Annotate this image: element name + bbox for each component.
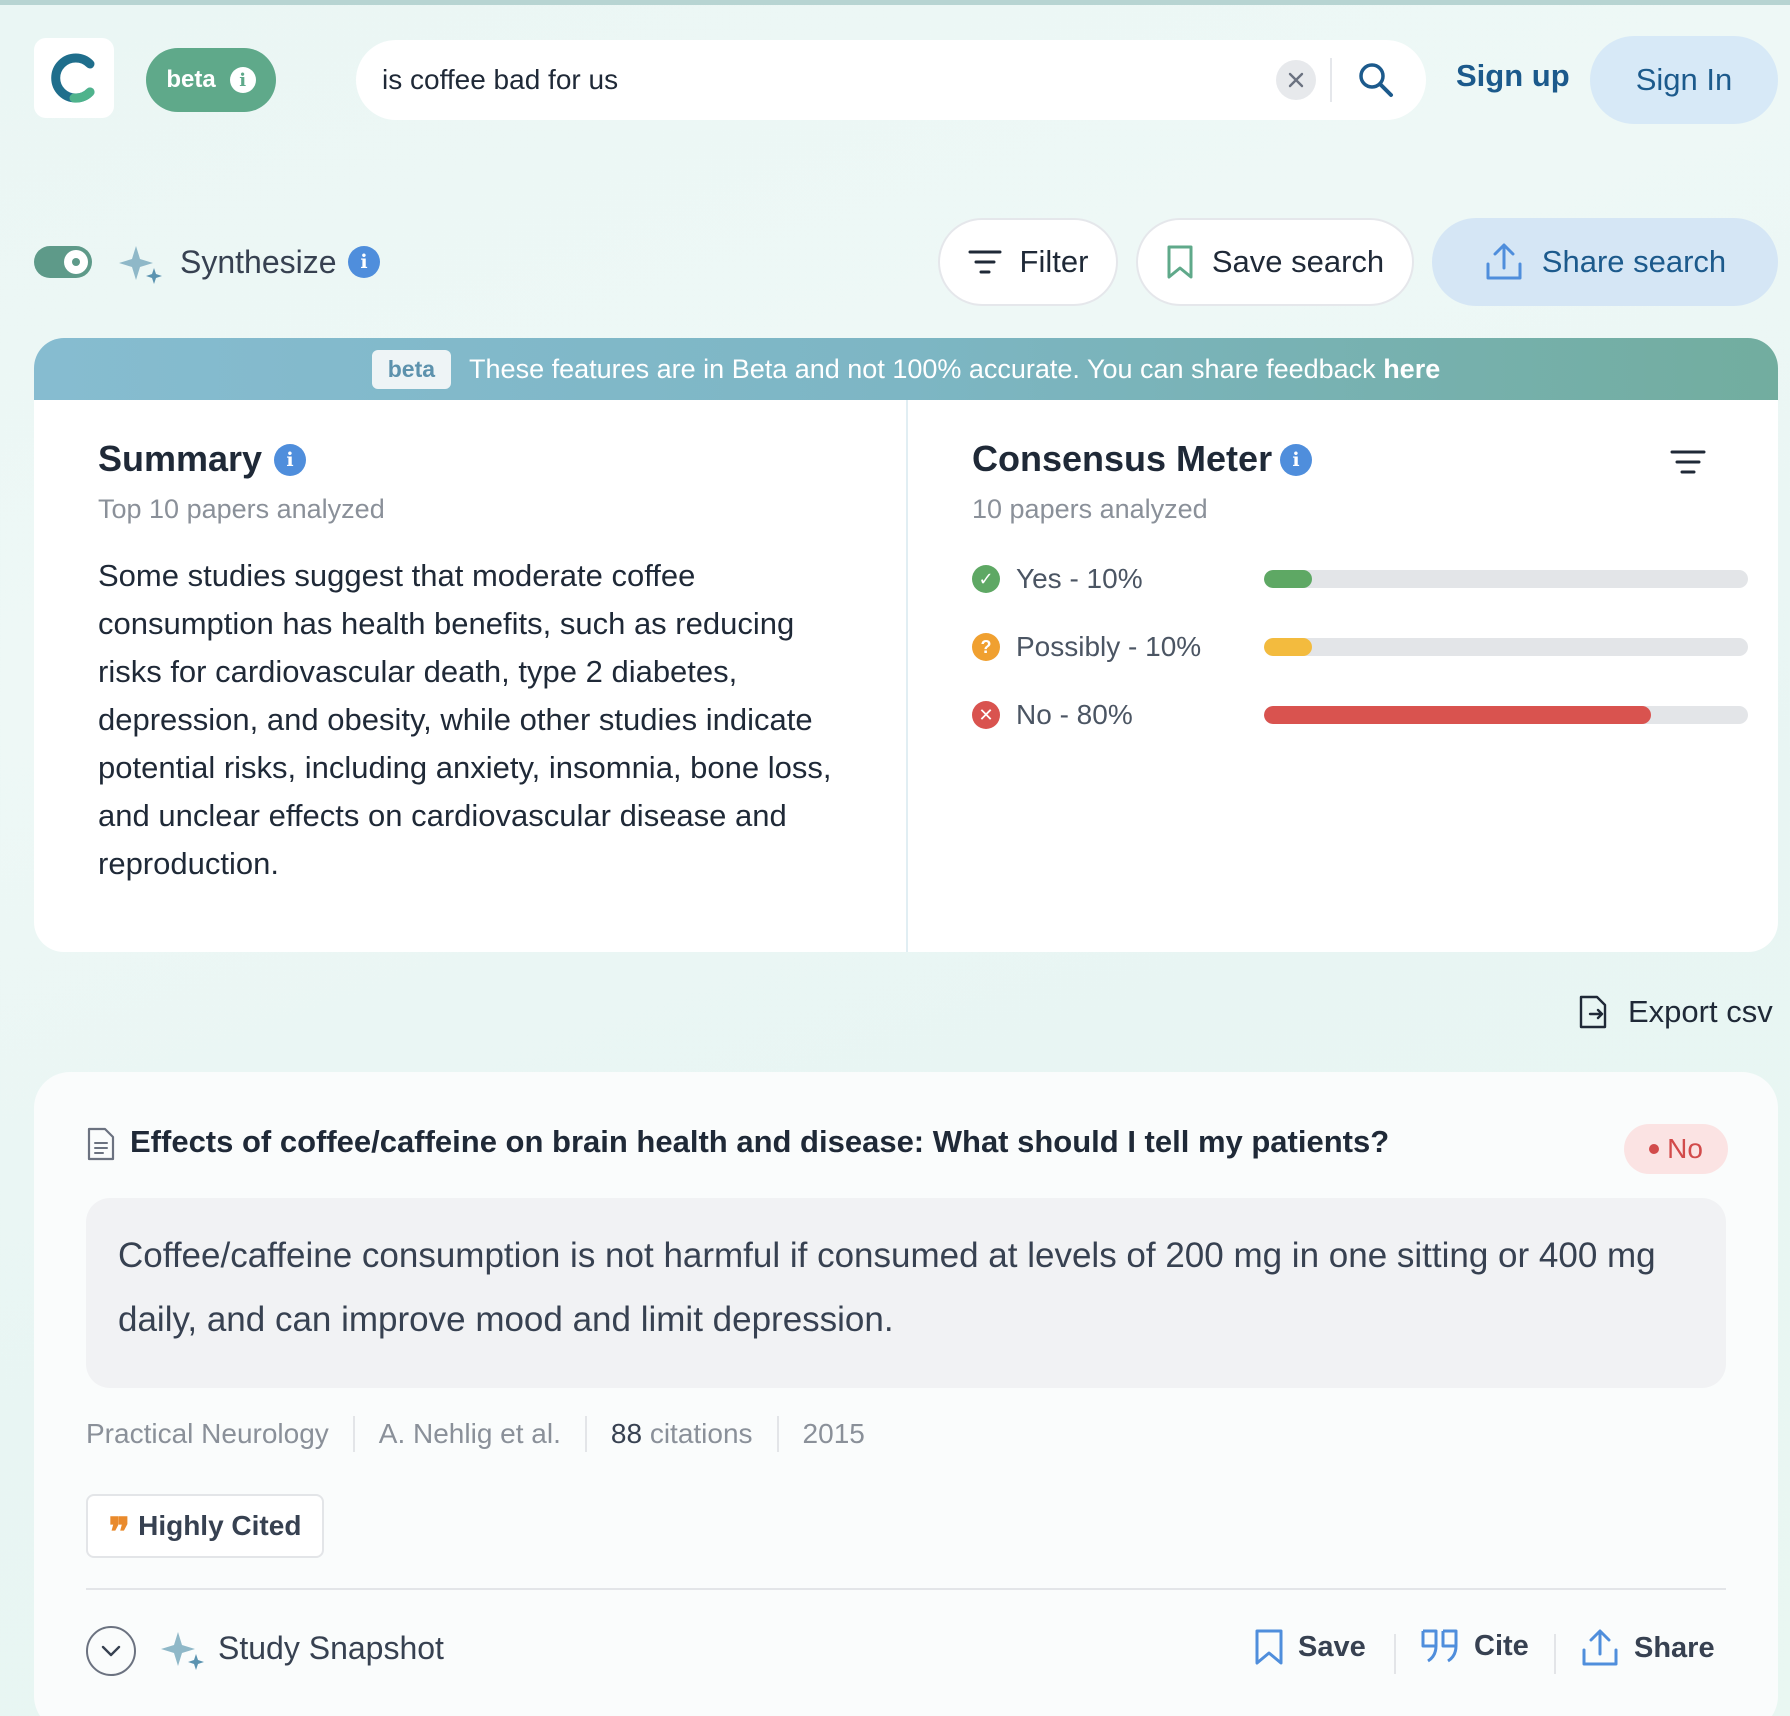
bookmark-icon xyxy=(1167,245,1193,279)
filter-button[interactable]: Filter xyxy=(938,218,1118,306)
file-export-icon xyxy=(1579,995,1607,1029)
info-icon[interactable]: i xyxy=(348,246,380,278)
claim-text: Coffee/caffeine consumption is not harmf… xyxy=(86,1198,1726,1388)
study-snapshot-label[interactable]: Study Snapshot xyxy=(218,1630,444,1667)
journal-name[interactable]: Practical Neurology xyxy=(86,1418,329,1450)
search-button[interactable] xyxy=(1352,56,1400,104)
meter-bar-fill-yes xyxy=(1264,570,1313,588)
meter-label-possibly: Possibly - 10% xyxy=(1016,631,1202,662)
publication-year: 2015 xyxy=(802,1418,865,1449)
summary-card: beta These features are in Beta and not … xyxy=(34,338,1778,952)
save-search-label: Save search xyxy=(1211,244,1385,279)
close-icon xyxy=(1288,72,1304,88)
meta-divider xyxy=(584,1416,587,1452)
sparkle-icon xyxy=(161,1632,204,1670)
quote-icon: ❞ xyxy=(108,1509,131,1556)
filter-lines-icon[interactable] xyxy=(1670,448,1706,476)
result-card: Effects of coffee/caffeine on brain heal… xyxy=(34,1072,1778,1716)
summary-text: Some studies suggest that moderate coffe… xyxy=(98,558,832,881)
meter-row-yes: ✓ Yes - 10% xyxy=(972,562,1143,596)
highly-cited-label: Highly Cited xyxy=(138,1510,302,1541)
cite-button[interactable]: Cite xyxy=(1420,1628,1529,1664)
logo-c-icon xyxy=(51,53,95,103)
meta-divider xyxy=(352,1416,355,1452)
info-icon: i xyxy=(229,67,256,93)
meter-bar-yes xyxy=(1264,570,1748,588)
feedback-link[interactable]: here xyxy=(1383,354,1440,384)
share-button[interactable]: Share xyxy=(1580,1628,1715,1668)
filter-label: Filter xyxy=(1019,244,1089,279)
save-search-button[interactable]: Save search xyxy=(1136,218,1414,306)
check-circle-icon: ✓ xyxy=(972,565,1000,593)
meter-bar-possibly xyxy=(1264,638,1748,656)
save-label: Save xyxy=(1298,1630,1366,1663)
share-search-label: Share search xyxy=(1541,244,1727,279)
banner-text: These features are in Beta and not 100% … xyxy=(469,354,1440,385)
search-input[interactable] xyxy=(382,50,1262,110)
chevron-down-icon xyxy=(101,1645,121,1657)
citations-count: 88 xyxy=(610,1418,643,1449)
action-divider xyxy=(1394,1634,1396,1674)
export-csv-label: Export csv xyxy=(1628,994,1773,1029)
beta-badge[interactable]: beta i xyxy=(146,48,276,112)
beta-banner: beta These features are in Beta and not … xyxy=(34,338,1778,400)
info-icon[interactable]: i xyxy=(274,444,306,476)
save-button[interactable]: Save xyxy=(1254,1628,1366,1666)
share-label: Share xyxy=(1634,1631,1715,1664)
search-divider xyxy=(1330,58,1332,102)
sign-in-button[interactable]: Sign In xyxy=(1590,36,1778,124)
consensus-logo[interactable] xyxy=(34,38,114,118)
banner-beta-tag: beta xyxy=(371,349,452,389)
action-divider xyxy=(1554,1634,1556,1674)
banner-message: These features are in Beta and not 100% … xyxy=(469,353,1376,384)
meter-label-yes: Yes - 10% xyxy=(1016,563,1143,594)
divider xyxy=(86,1588,1726,1590)
synthesize-label: Synthesize xyxy=(180,244,337,280)
export-csv-button[interactable]: Export csv xyxy=(1578,994,1773,1030)
meter-label-no: No - 80% xyxy=(1016,699,1133,730)
synthesize-toggle[interactable] xyxy=(34,246,92,278)
upload-icon xyxy=(1582,1629,1618,1666)
authors[interactable]: A. Nehlig et al. xyxy=(379,1418,561,1450)
upload-icon xyxy=(1486,243,1522,280)
verdict-badge: No xyxy=(1624,1124,1728,1174)
top-border xyxy=(0,0,1790,5)
consensus-meter-subtitle: 10 papers analyzed xyxy=(972,494,1208,524)
meter-row-no: ✕ No - 80% xyxy=(972,698,1133,732)
result-meta: Practical Neurology A. Nehlig et al. 88 … xyxy=(86,1416,865,1452)
info-icon[interactable]: i xyxy=(1280,444,1312,476)
x-circle-icon: ✕ xyxy=(972,701,1000,729)
beta-label: beta xyxy=(166,66,216,93)
search-bar xyxy=(356,40,1426,120)
meter-bar-no xyxy=(1264,706,1748,724)
quote-icon xyxy=(1421,1629,1458,1663)
clear-search-button[interactable] xyxy=(1276,60,1316,100)
question-circle-icon: ? xyxy=(972,633,1000,661)
card-divider xyxy=(906,400,908,952)
meter-bar-fill-no xyxy=(1264,706,1652,724)
cite-label: Cite xyxy=(1474,1629,1529,1662)
consensus-meter-title: Consensus Meter xyxy=(972,438,1273,479)
meta-divider xyxy=(776,1416,779,1452)
result-title[interactable]: Effects of coffee/caffeine on brain heal… xyxy=(130,1124,1389,1160)
verdict-label: No xyxy=(1667,1133,1703,1164)
bookmark-icon xyxy=(1255,1629,1283,1665)
highly-cited-badge: ❞ Highly Cited xyxy=(86,1494,324,1558)
summary-title: Summary xyxy=(98,438,263,479)
meter-bar-fill-possibly xyxy=(1264,638,1313,656)
search-icon xyxy=(1359,63,1393,97)
toggle-knob xyxy=(64,250,88,274)
filter-icon xyxy=(968,250,1002,274)
sparkle-icon xyxy=(119,246,162,284)
citations-label: citations xyxy=(649,1418,753,1449)
verdict-dot xyxy=(1649,1144,1660,1154)
document-icon xyxy=(87,1127,115,1161)
citations: 88 citations xyxy=(611,1418,753,1450)
summary-subtitle: Top 10 papers analyzed xyxy=(98,494,385,524)
expand-snapshot-button[interactable] xyxy=(86,1626,136,1676)
sign-up-link[interactable]: Sign up xyxy=(1456,58,1570,94)
share-search-button[interactable]: Share search xyxy=(1432,218,1778,306)
meter-row-possibly: ? Possibly - 10% xyxy=(972,630,1201,664)
